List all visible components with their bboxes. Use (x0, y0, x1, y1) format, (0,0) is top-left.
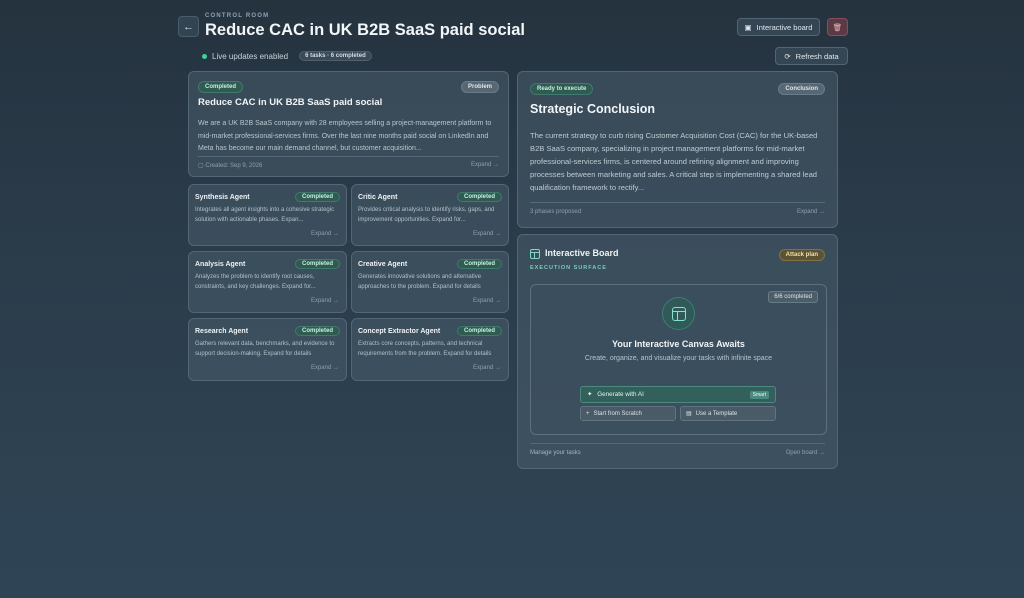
refresh-icon: ⟳ (784, 51, 791, 61)
interactive-board-label: Interactive board (756, 22, 813, 32)
page-title: Reduce CAC in UK B2B SaaS paid social (205, 21, 526, 39)
canvas-title: Your Interactive Canvas Awaits (612, 339, 745, 349)
trash-icon: 🗑 (832, 22, 843, 32)
expand-link[interactable]: Expand → (473, 365, 501, 371)
expand-link[interactable]: Expand → (473, 231, 501, 237)
status-badge: Completed (294, 259, 340, 269)
scratch-label: Start from Scratch (593, 410, 642, 417)
conclusion-card[interactable]: Ready to execute Conclusion Strategic Co… (517, 71, 838, 228)
start-from-scratch-button[interactable]: + Start from Scratch (580, 406, 676, 421)
conclusion-text: The current strategy to curb rising Cust… (530, 131, 818, 192)
agent-title: Research Agent (195, 328, 249, 335)
refresh-button[interactable]: ⟳ Refresh data (775, 47, 848, 65)
plus-icon: + (586, 410, 590, 417)
created-label: Created: Sep 9, 2026 (205, 163, 263, 169)
canvas-subtitle: Create, organize, and visualize your tas… (584, 355, 773, 362)
agent-title: Analysis Agent (195, 261, 246, 268)
completed-badge: 6/6 completed (768, 291, 818, 303)
refresh-label: Refresh data (795, 51, 839, 61)
template-icon: ▤ (686, 411, 692, 417)
agent-description: Analyzes the problem to identify root ca… (195, 274, 316, 290)
expand-link[interactable]: Expand → (311, 231, 339, 237)
expand-link[interactable]: Expand → (471, 162, 499, 168)
problem-tag: Problem (460, 81, 499, 93)
generate-label: Generate with AI (597, 391, 644, 398)
interactive-board-button[interactable]: ▣ Interactive board (737, 18, 820, 36)
agent-card-research[interactable]: Research Agent Completed Gathers relevan… (188, 318, 347, 381)
use-template-button[interactable]: ▤ Use a Template (680, 406, 776, 421)
problem-text: We are a UK B2B SaaS company with 28 emp… (198, 120, 492, 152)
agent-description: Provides critical analysis to identify r… (358, 207, 495, 223)
interactive-board-card: Interactive Board Attack plan EXECUTION … (517, 234, 838, 469)
sparkle-icon: ✦ (587, 391, 593, 398)
status-badge: Completed (456, 259, 502, 269)
agent-title: Creative Agent (358, 261, 408, 268)
attack-plan-badge: Attack plan (778, 249, 825, 261)
board-icon: ▣ (744, 22, 752, 32)
problem-title: Reduce CAC in UK B2B SaaS paid social (198, 97, 383, 108)
agent-card-analysis[interactable]: Analysis Agent Completed Analyzes the pr… (188, 251, 347, 313)
agent-description: Integrates all agent insights into a coh… (195, 207, 335, 223)
expand-link[interactable]: Expand → (797, 209, 825, 215)
arrow-left-icon: ← (183, 20, 194, 33)
canvas-area[interactable]: 6/6 completed Your Interactive Canvas Aw… (530, 284, 827, 435)
expand-link[interactable]: Expand → (311, 298, 339, 304)
status-badge: Completed (294, 192, 340, 202)
agent-card-synthesis[interactable]: Synthesis Agent Completed Integrates all… (188, 184, 347, 246)
conclusion-tag: Conclusion (778, 83, 825, 95)
live-label: Live updates enabled (212, 51, 289, 61)
agent-description: Extracts core concepts, patterns, and te… (358, 341, 492, 357)
agent-title: Concept Extractor Agent (358, 328, 441, 335)
conclusion-title: Strategic Conclusion (530, 102, 656, 116)
board-title: Interactive Board (545, 248, 619, 258)
divider (530, 443, 825, 444)
divider (530, 202, 825, 203)
agent-title: Synthesis Agent (195, 194, 250, 201)
status-badge: Completed (294, 326, 340, 336)
canvas-layout-icon (662, 297, 695, 330)
open-board-link[interactable]: Open board → (786, 450, 825, 456)
agent-card-critic[interactable]: Critic Agent Completed Provides critical… (351, 184, 509, 246)
status-badge: Completed (456, 326, 502, 336)
live-dot-icon (202, 53, 207, 59)
eyebrow-label: CONTROL ROOM (205, 13, 270, 19)
generate-with-ai-button[interactable]: ✦ Generate with AI Smart (580, 386, 776, 403)
agent-description: Generates innovative solutions and alter… (358, 274, 482, 290)
template-label: Use a Template (695, 410, 738, 417)
smart-badge: Smart (749, 391, 769, 399)
agent-title: Critic Agent (358, 194, 398, 201)
tasks-badge: 6 tasks · 6 completed (299, 51, 372, 61)
agent-card-creative[interactable]: Creative Agent Completed Generates innov… (351, 251, 509, 313)
created-date: ▢ Created: Sep 9, 2026 (198, 162, 262, 169)
phases-count: 3 phases proposed (530, 209, 582, 215)
delete-button[interactable]: 🗑 (827, 18, 848, 36)
execution-surface-label: EXECUTION SURFACE (530, 265, 607, 271)
agent-card-concept-extractor[interactable]: Concept Extractor Agent Completed Extrac… (351, 318, 509, 381)
expand-link[interactable]: Expand → (473, 298, 501, 304)
agent-description: Gathers relevant data, benchmarks, and e… (195, 341, 335, 357)
manage-tasks-label: Manage your tasks (530, 450, 581, 456)
board-icon (530, 249, 540, 259)
status-badge: Completed (198, 81, 244, 93)
expand-link[interactable]: Expand → (311, 365, 339, 371)
live-status: Live updates enabled 6 tasks · 6 complet… (202, 51, 372, 61)
status-badge: Completed (456, 192, 502, 202)
back-button[interactable]: ← (178, 16, 199, 37)
divider (198, 156, 499, 157)
problem-card[interactable]: Completed Problem Reduce CAC in UK B2B S… (188, 71, 509, 177)
status-badge: Ready to execute (530, 83, 594, 95)
